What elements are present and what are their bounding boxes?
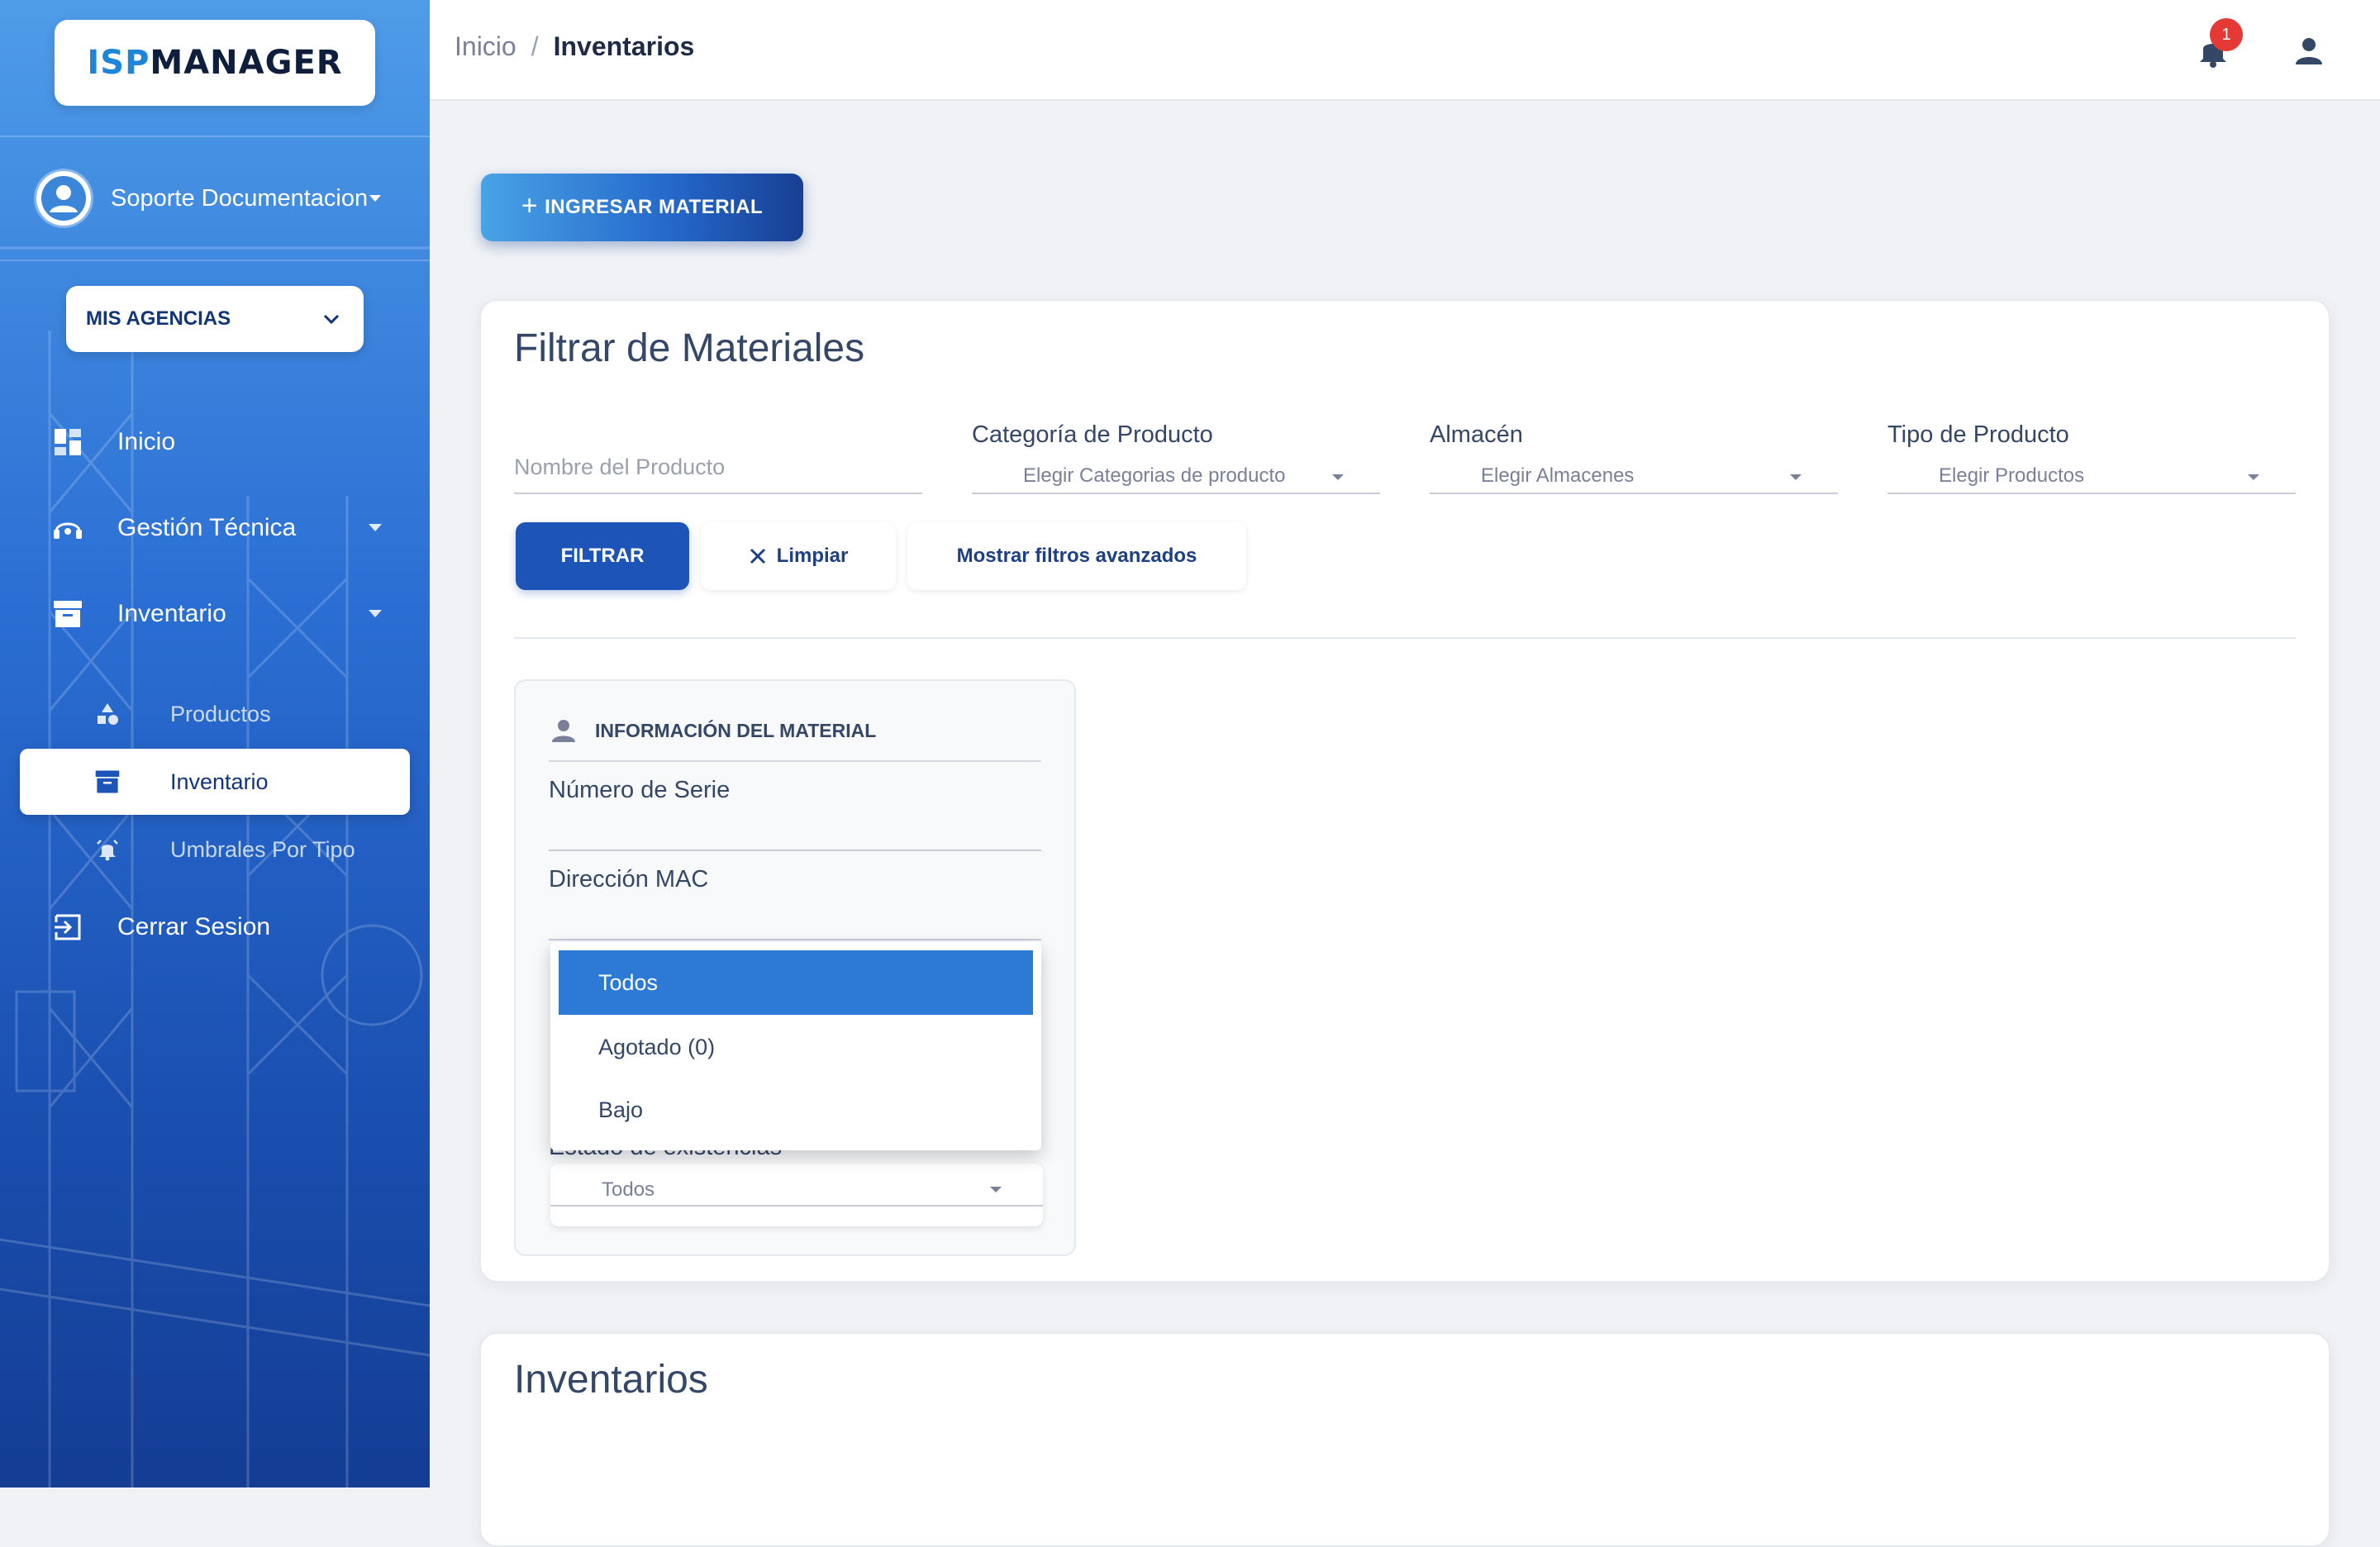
caret-down-icon [1332,474,1344,480]
filter-card-title: Filtrar de Materiales [514,326,865,370]
sidebar-item-inicio[interactable]: Inicio [50,424,380,460]
tipo-producto-select[interactable]: Tipo de Producto Elegir Productos [1887,421,2296,494]
account-icon[interactable] [2291,33,2327,69]
caret-down-icon [369,610,382,617]
archive-box-icon [93,767,122,797]
material-info-header: INFORMACIÓN DEL MATERIAL [549,716,876,745]
agencies-select[interactable]: MIS AGENCIAS [66,286,364,352]
estado-existencias-dropdown: Todos Agotado (0) Bajo [550,942,1041,1150]
sidebar-item-gestion-tecnica[interactable]: Gestión Técnica [50,510,382,546]
sidebar: ISP MANAGER Soporte Documentacion MIS AG… [0,0,430,1488]
sidebar-subitem-label: Productos [170,701,271,726]
breadcrumb-separator: / [531,31,539,61]
sidebar-subitem-productos[interactable]: Productos [93,699,271,729]
mostrar-filtros-avanzados-button[interactable]: Mostrar filtros avanzados [907,522,1246,590]
numero-serie-label: Número de Serie [549,777,731,803]
inventarios-card: Inventarios [479,1332,2330,1547]
inventarios-title: Inventarios [514,1358,708,1402]
agencies-label: MIS AGENCIAS [86,307,231,330]
logo-isp-text: ISP [87,44,150,82]
breadcrumb-current: Inventarios [553,31,695,61]
caret-down-icon [1790,474,1802,480]
archive-box-icon [50,596,86,632]
logo-manager-text: MANAGER [150,44,343,82]
shapes-icon [93,699,122,729]
categoria-producto-label: Categoría de Producto [972,421,1213,448]
ingresar-material-button[interactable]: + INGRESAR MATERIAL [481,174,803,241]
user-menu[interactable]: Soporte Documentacion [36,170,382,226]
dropdown-option-todos[interactable]: Todos [559,950,1033,1015]
user-avatar-icon [36,171,91,226]
ingresar-material-label: INGRESAR MATERIAL [545,196,764,218]
support-agent-icon [50,510,86,546]
material-info-title: INFORMACIÓN DEL MATERIAL [595,719,877,741]
tipo-producto-value: Elegir Productos [1939,464,2085,487]
numero-serie-input[interactable]: Número de Serie [549,777,1041,851]
sidebar-item-label: Cerrar Sesion [117,913,271,940]
sidebar-item-cerrar-sesion[interactable]: Cerrar Sesion [50,909,380,945]
estado-existencias-select[interactable]: Todos [550,1164,1043,1226]
direccion-mac-input[interactable]: Dirección MAC [549,866,1041,940]
notification-badge: 1 [2210,18,2243,51]
categoria-producto-value: Elegir Categorias de producto [1023,464,1286,487]
sidebar-subitem-label: Inventario [170,769,269,794]
caret-down-icon [2248,474,2259,480]
categoria-producto-select[interactable]: Categoría de Producto Elegir Categorias … [972,421,1380,494]
sidebar-subitem-inventario-active[interactable]: Inventario [20,749,410,815]
logout-icon [50,909,86,945]
brand-logo[interactable]: ISP MANAGER [55,20,375,106]
user-caret-icon [369,195,382,202]
plus-icon: + [521,189,539,221]
sidebar-item-inventario[interactable]: Inventario [50,596,382,632]
material-info-divider [549,760,1041,762]
user-name: Soporte Documentacion [111,184,369,212]
dropdown-option-agotado[interactable]: Agotado (0) [559,1015,1033,1079]
breadcrumb-home[interactable]: Inicio [455,31,516,62]
dropdown-option-bajo[interactable]: Bajo [559,1078,1033,1142]
filtrar-button[interactable]: FILTRAR [516,522,689,590]
sidebar-item-label: Inicio [117,428,176,455]
top-bar: Inicio / Inventarios 1 [430,0,2380,101]
close-icon [750,548,765,564]
alarm-bell-icon [93,835,122,864]
dashboard-icon [50,424,86,460]
estado-existencias-value: Todos [602,1178,655,1201]
almacen-label: Almacén [1430,421,1523,448]
limpiar-label: Limpiar [776,545,849,567]
nombre-producto-input[interactable]: Nombre del Producto [514,421,922,494]
caret-down-icon [369,524,382,531]
almacen-value: Elegir Almacenes [1481,464,1635,487]
sidebar-item-label: Inventario [117,600,226,627]
mostrar-filtros-label: Mostrar filtros avanzados [956,545,1197,567]
filter-divider [514,637,2296,639]
sidebar-divider [0,136,430,137]
almacen-select[interactable]: Almacén Elegir Almacenes [1430,421,1838,494]
person-icon [552,720,575,742]
caret-down-icon [990,1187,1002,1192]
chevron-down-icon [323,314,340,325]
sidebar-subitem-umbrales[interactable]: Umbrales Por Tipo [93,835,355,864]
filtrar-label: FILTRAR [560,545,645,567]
sidebar-item-label: Gestión Técnica [117,514,297,541]
limpiar-button[interactable]: Limpiar [701,522,896,590]
sidebar-subitem-label: Umbrales Por Tipo [170,836,355,862]
sidebar-divider [0,259,430,261]
tipo-producto-label: Tipo de Producto [1887,421,2069,448]
direccion-mac-label: Dirección MAC [549,866,709,892]
breadcrumb: Inicio / Inventarios [455,31,694,62]
nombre-producto-placeholder: Nombre del Producto [514,455,726,479]
